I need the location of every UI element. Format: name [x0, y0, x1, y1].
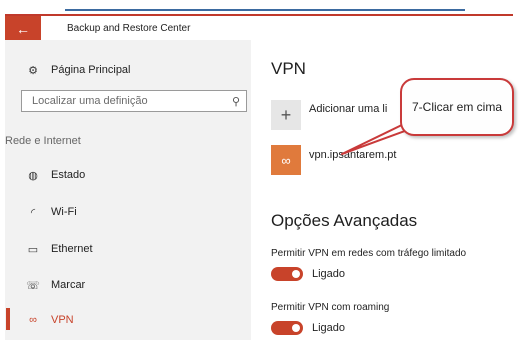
vpn-connection-tile[interactable]: ∞ — [271, 145, 301, 175]
selected-indicator — [6, 308, 10, 330]
sidebar-item-label: Página Principal — [51, 64, 131, 76]
sidebar-item-label: Estado — [51, 169, 86, 181]
sidebar-item-wifi[interactable]: ◜ Wi-Fi — [5, 200, 251, 224]
add-vpn-button[interactable]: + — [271, 100, 301, 130]
settings-sidebar: ⚙ Página Principal Localizar uma definiç… — [5, 40, 251, 340]
window-titlebar: ← Backup and Restore Center — [5, 14, 513, 42]
top-band — [5, 0, 513, 14]
search-input[interactable]: Localizar uma definição ⚲ — [21, 90, 247, 112]
roaming-toggle-state: Ligado — [312, 322, 346, 334]
roaming-option-label: Permitir VPN com roaming — [271, 302, 390, 313]
annotation-callout: 7-Clicar em cima — [400, 78, 514, 136]
sidebar-item-label: VPN — [51, 314, 74, 326]
plus-icon: + — [280, 104, 292, 125]
sidebar-item-marcar[interactable]: ☏ Marcar — [5, 273, 251, 297]
window-title: Backup and Restore Center — [67, 23, 191, 34]
metered-toggle[interactable] — [271, 267, 303, 281]
ethernet-icon: ▭ — [27, 243, 39, 256]
add-vpn-label[interactable]: Adicionar uma li — [309, 103, 387, 115]
advanced-options-heading: Opções Avançadas — [271, 211, 418, 230]
top-divider — [65, 9, 465, 11]
sidebar-item-estado[interactable]: ◍ Estado — [5, 163, 251, 187]
vpn-icon: ∞ — [281, 152, 291, 168]
roaming-toggle[interactable] — [271, 321, 303, 335]
search-placeholder: Localizar uma definição — [32, 95, 148, 107]
sidebar-item-label: Wi-Fi — [51, 206, 77, 218]
sidebar-item-vpn[interactable]: ∞ VPN — [5, 308, 251, 332]
sidebar-item-label: Ethernet — [51, 243, 93, 255]
wifi-icon: ◜ — [30, 206, 36, 219]
dialup-icon: ☏ — [26, 279, 40, 292]
sidebar-item-ethernet[interactable]: ▭ Ethernet — [5, 237, 251, 261]
back-button[interactable]: ← — [5, 16, 41, 42]
page-title: VPN — [271, 59, 306, 78]
metered-toggle-state: Ligado — [312, 268, 346, 280]
metered-option-label: Permitir VPN em redes com tráfego limita… — [271, 248, 467, 259]
annotation-text: 7-Clicar em cima — [412, 100, 503, 114]
sidebar-item-home[interactable]: ⚙ Página Principal — [5, 58, 251, 82]
search-icon: ⚲ — [231, 95, 240, 108]
vpn-icon: ∞ — [29, 314, 37, 326]
section-heading: Rede e Internet — [5, 135, 81, 147]
sidebar-item-label: Marcar — [51, 279, 86, 291]
globe-icon: ◍ — [28, 169, 38, 182]
back-arrow-icon: ← — [16, 21, 30, 37]
gear-icon: ⚙ — [28, 64, 38, 77]
